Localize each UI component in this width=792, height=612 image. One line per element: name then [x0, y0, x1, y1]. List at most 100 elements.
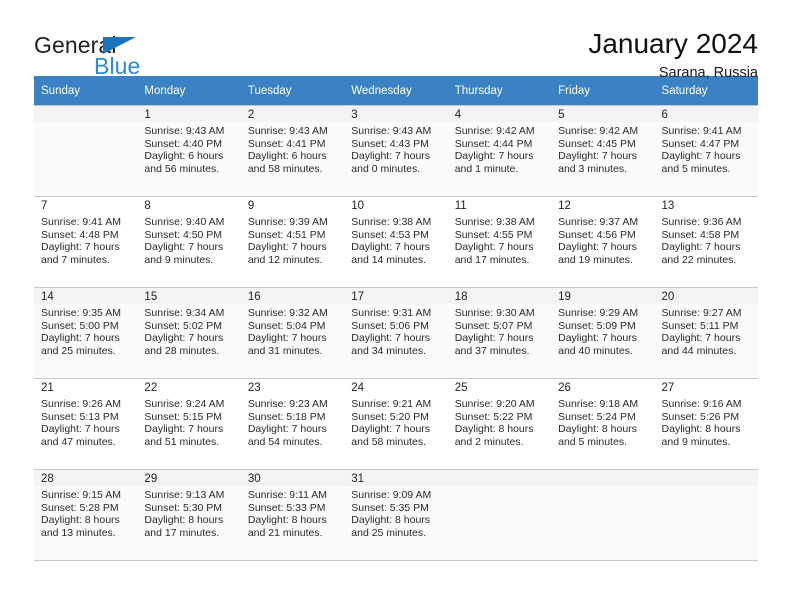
daylight-text-line1: Daylight: 7 hours [454, 150, 534, 163]
day-cell-inner: 21 Sunrise: 9:26 AM Sunset: 5:13 PM Dayligh… [34, 379, 138, 469]
sunset-text: Sunset: 4:58 PM [661, 228, 740, 241]
day-cell-inner: 8 Sunrise: 9:40 AM Sunset: 4:50 PM Daylight… [137, 197, 241, 287]
calendar-day-cell[interactable]: 11 Sunrise: 9:38 AM Sunset: 4:55 PM Dayligh… [447, 196, 552, 288]
daylight-text-line1: Daylight: 7 hours [41, 423, 120, 436]
calendar-day-cell[interactable]: 3 Sunrise: 9:43 AM Sunset: 4:43 PM Daylight… [344, 105, 448, 197]
calendar-day-cell[interactable]: 5 Sunrise: 9:42 AM Sunset: 4:45 PM Daylight… [551, 105, 655, 197]
sunrise-text: Sunrise: 9:42 AM [558, 125, 639, 137]
day-number: 23 [240, 379, 345, 395]
calendar-day-cell[interactable]: 21 Sunrise: 9:26 AM Sunset: 5:13 PM Dayligh… [34, 378, 138, 470]
daylight-text-line2: and 9 minutes. [144, 253, 214, 266]
sunrise-text: Sunrise: 9:26 AM [41, 398, 121, 410]
calendar-day-cell[interactable]: 1 Sunrise: 9:43 AM Sunset: 4:40 PM Daylight… [137, 105, 241, 197]
calendar-day-cell[interactable]: 6 Sunrise: 9:41 AM Sunset: 4:47 PM Daylight… [654, 105, 758, 197]
day-sun-info: Sunrise: 9:40 AM Sunset: 4:50 PM Daylight:… [137, 213, 240, 266]
sunset-text: Sunset: 5:26 PM [661, 410, 740, 423]
calendar-day-cell[interactable]: 22 Sunrise: 9:24 AM Sunset: 5:15 PM Dayligh… [137, 378, 241, 470]
day-sun-info: Sunrise: 9:24 AM Sunset: 5:15 PM Daylight:… [137, 395, 240, 448]
sunrise-text: Sunrise: 9:41 AM [661, 125, 742, 137]
day-sun-info: Sunrise: 9:15 AM Sunset: 5:28 PM Daylight:… [34, 486, 137, 539]
sunset-text: Sunset: 5:28 PM [41, 501, 119, 514]
day-number: 21 [34, 379, 138, 395]
sunset-text: Sunset: 5:22 PM [454, 410, 533, 423]
sunrise-text: Sunrise: 9:38 AM [351, 216, 432, 228]
daylight-text-line1: Daylight: 7 hours [247, 423, 327, 436]
sunset-text: Sunset: 4:43 PM [351, 137, 429, 150]
calendar-week-row: 28 Sunrise: 9:15 AM Sunset: 5:28 PM Dayligh… [34, 469, 758, 561]
calendar-day-cell[interactable]: 9 Sunrise: 9:39 AM Sunset: 4:51 PM Daylight… [240, 196, 345, 288]
daylight-text-line2: and 2 minutes. [454, 435, 524, 448]
sunset-text: Sunset: 4:45 PM [558, 137, 636, 150]
calendar-day-cell[interactable]: 4 Sunrise: 9:42 AM Sunset: 4:44 PM Daylight… [447, 105, 552, 197]
calendar-week-row: 14 Sunrise: 9:35 AM Sunset: 5:00 PM Dayligh… [34, 287, 758, 379]
general-blue-logo[interactable]: General Blue [34, 28, 154, 82]
calendar-day-cell[interactable]: 31 Sunrise: 9:09 AM Sunset: 5:35 PM Dayligh… [344, 469, 448, 561]
daylight-text-line2: and 13 minutes. [41, 526, 116, 539]
daylight-text-line2: and 47 minutes. [41, 435, 116, 448]
sunset-text: Sunset: 5:09 PM [558, 319, 636, 332]
calendar-day-cell[interactable]: 7 Sunrise: 9:41 AM Sunset: 4:48 PM Daylight… [34, 196, 138, 288]
daylight-text-line2: and 58 minutes. [247, 162, 323, 175]
day-cell-inner: 20 Sunrise: 9:27 AM Sunset: 5:11 PM Dayligh… [654, 288, 758, 378]
sunset-text: Sunset: 5:35 PM [351, 501, 429, 514]
daylight-text-line1: Daylight: 7 hours [558, 150, 637, 163]
day-cell-inner [34, 106, 138, 196]
sunrise-text: Sunrise: 9:13 AM [144, 489, 225, 501]
calendar-day-cell[interactable]: 28 Sunrise: 9:15 AM Sunset: 5:28 PM Dayligh… [34, 469, 138, 561]
page-title: January 2024 [588, 28, 758, 59]
calendar-day-cell[interactable]: 27 Sunrise: 9:16 AM Sunset: 5:26 PM Dayligh… [654, 378, 758, 470]
calendar-day-cell[interactable]: 23 Sunrise: 9:23 AM Sunset: 5:18 PM Dayligh… [240, 378, 345, 470]
day-number [34, 106, 138, 122]
day-cell-inner: 12 Sunrise: 9:37 AM Sunset: 4:56 PM Dayligh… [551, 197, 655, 287]
sunset-text: Sunset: 5:02 PM [144, 319, 223, 332]
day-cell-inner: 23 Sunrise: 9:23 AM Sunset: 5:18 PM Dayligh… [240, 379, 345, 469]
calendar-day-cell[interactable]: 29 Sunrise: 9:13 AM Sunset: 5:30 PM Dayligh… [137, 469, 241, 561]
day-number: 10 [344, 197, 448, 213]
daylight-text-line2: and 5 minutes. [661, 162, 731, 175]
calendar-day-cell[interactable]: 18 Sunrise: 9:30 AM Sunset: 5:07 PM Dayligh… [447, 287, 552, 379]
day-number: 31 [344, 470, 448, 486]
calendar-day-cell[interactable]: 10 Sunrise: 9:38 AM Sunset: 4:53 PM Dayligh… [344, 196, 448, 288]
sunrise-text: Sunrise: 9:36 AM [661, 216, 742, 228]
calendar-day-cell[interactable]: 24 Sunrise: 9:21 AM Sunset: 5:20 PM Dayligh… [344, 378, 448, 470]
daylight-text-line1: Daylight: 7 hours [558, 332, 637, 345]
day-sun-info: Sunrise: 9:37 AM Sunset: 4:56 PM Daylight:… [551, 213, 654, 266]
calendar-day-cell[interactable]: 12 Sunrise: 9:37 AM Sunset: 4:56 PM Dayligh… [551, 196, 655, 288]
calendar-day-cell[interactable]: 19 Sunrise: 9:29 AM Sunset: 5:09 PM Dayligh… [551, 287, 655, 379]
daylight-text-line2: and 34 minutes. [351, 344, 426, 357]
sunrise-text: Sunrise: 9:42 AM [454, 125, 535, 137]
day-sun-info: Sunrise: 9:38 AM Sunset: 4:55 PM Daylight:… [448, 213, 551, 266]
sunset-text: Sunset: 4:56 PM [558, 228, 636, 241]
calendar-day-cell[interactable]: 26 Sunrise: 9:18 AM Sunset: 5:24 PM Dayligh… [551, 378, 655, 470]
calendar-day-cell[interactable]: 20 Sunrise: 9:27 AM Sunset: 5:11 PM Dayligh… [654, 287, 758, 379]
daylight-text-line1: Daylight: 7 hours [558, 241, 637, 254]
calendar-day-cell[interactable]: 14 Sunrise: 9:35 AM Sunset: 5:00 PM Dayligh… [34, 287, 138, 379]
calendar-day-cell[interactable]: 25 Sunrise: 9:20 AM Sunset: 5:22 PM Dayligh… [447, 378, 552, 470]
daylight-text-line1: Daylight: 7 hours [351, 332, 431, 345]
calendar-day-cell[interactable]: 16 Sunrise: 9:32 AM Sunset: 5:04 PM Dayligh… [240, 287, 345, 379]
sunset-text: Sunset: 4:50 PM [144, 228, 223, 241]
day-number: 9 [240, 197, 345, 213]
weekday-header-wednesday: Wednesday [344, 76, 448, 106]
sunset-text: Sunset: 5:15 PM [144, 410, 223, 423]
day-number: 29 [137, 470, 241, 486]
daylight-text-line2: and 17 minutes. [454, 253, 530, 266]
calendar-day-cell[interactable]: 30 Sunrise: 9:11 AM Sunset: 5:33 PM Dayligh… [240, 469, 345, 561]
calendar-day-cell[interactable]: 2 Sunrise: 9:43 AM Sunset: 4:41 PM Daylight… [240, 105, 345, 197]
calendar-day-cell[interactable]: 15 Sunrise: 9:34 AM Sunset: 5:02 PM Dayligh… [137, 287, 241, 379]
daylight-text-line1: Daylight: 8 hours [247, 514, 327, 527]
day-number: 2 [240, 106, 345, 122]
sunset-text: Sunset: 5:07 PM [454, 319, 533, 332]
daylight-text-line1: Daylight: 7 hours [247, 332, 327, 345]
daylight-text-line2: and 44 minutes. [661, 344, 737, 357]
daylight-text-line1: Daylight: 6 hours [247, 150, 327, 163]
calendar-day-cell[interactable]: 13 Sunrise: 9:36 AM Sunset: 4:58 PM Dayligh… [654, 196, 758, 288]
sunrise-text: Sunrise: 9:43 AM [144, 125, 225, 137]
day-sun-info: Sunrise: 9:18 AM Sunset: 5:24 PM Daylight:… [551, 395, 654, 448]
calendar-day-cell[interactable]: 8 Sunrise: 9:40 AM Sunset: 4:50 PM Daylight… [137, 196, 241, 288]
calendar-day-cell[interactable]: 17 Sunrise: 9:31 AM Sunset: 5:06 PM Dayligh… [344, 287, 448, 379]
daylight-text-line2: and 5 minutes. [558, 435, 627, 448]
sunset-text: Sunset: 5:06 PM [351, 319, 429, 332]
calendar-week-row: 21 Sunrise: 9:26 AM Sunset: 5:13 PM Dayligh… [34, 378, 758, 470]
day-sun-info: Sunrise: 9:21 AM Sunset: 5:20 PM Daylight:… [344, 395, 447, 448]
